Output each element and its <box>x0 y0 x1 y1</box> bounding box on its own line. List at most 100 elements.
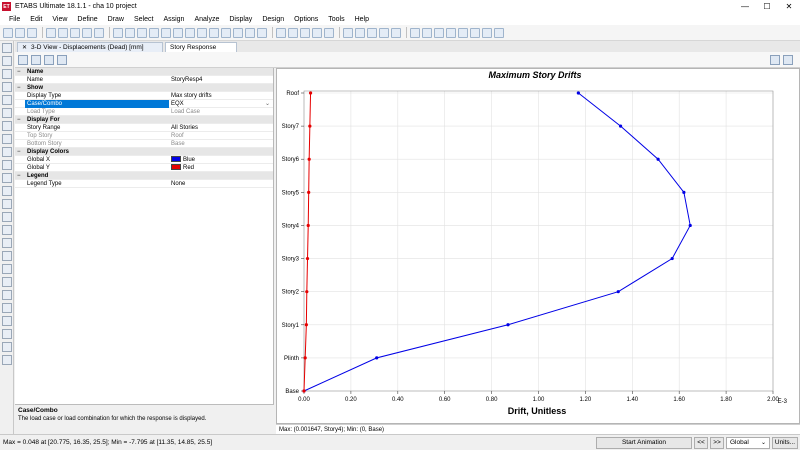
row-display-type[interactable]: Display Type Max story drifts <box>15 92 273 100</box>
category-display-colors[interactable]: − Display Colors <box>15 148 273 156</box>
display-type-value[interactable]: Max story drifts <box>171 92 212 100</box>
draw-beam-icon[interactable] <box>2 95 12 105</box>
draw-joint-icon[interactable] <box>2 69 12 79</box>
snap-intersections-icon[interactable] <box>2 329 12 339</box>
draw-area-icon[interactable] <box>494 27 504 38</box>
close-button[interactable]: ✕ <box>778 0 800 13</box>
new-file-icon[interactable] <box>3 27 13 38</box>
snap-lines-icon[interactable] <box>2 355 12 365</box>
steel-joist-design-icon[interactable] <box>458 27 468 38</box>
zoom-fit-icon[interactable] <box>149 27 159 38</box>
category-legend[interactable]: − Legend <box>15 172 273 180</box>
menu-tools[interactable]: Tools <box>323 16 349 23</box>
edit-pencil-icon[interactable] <box>770 55 780 65</box>
show-forces-icon[interactable] <box>379 27 389 38</box>
concrete-design-icon[interactable] <box>422 27 432 38</box>
draw-frame-icon[interactable] <box>2 82 12 92</box>
draw-tendon-icon[interactable] <box>2 186 12 196</box>
shear-wall-design-icon[interactable] <box>434 27 444 38</box>
collapse-icon[interactable]: − <box>17 172 21 180</box>
draw-grid-icon[interactable] <box>2 225 12 235</box>
show-undeformed-icon[interactable] <box>343 27 353 38</box>
menu-display[interactable]: Display <box>224 16 257 23</box>
snap-points-icon[interactable] <box>2 303 12 313</box>
steel-design-icon[interactable] <box>410 27 420 38</box>
units-button[interactable]: Units... <box>772 437 798 449</box>
snap-perpendicular-icon[interactable] <box>2 342 12 352</box>
draw-floor-icon[interactable] <box>2 134 12 144</box>
draw-column-icon[interactable] <box>2 108 12 118</box>
legend-type-value[interactable]: None <box>171 180 185 188</box>
menu-help[interactable]: Help <box>350 16 374 23</box>
close-panel-icon[interactable] <box>783 55 793 65</box>
clear-selection-icon[interactable] <box>300 27 310 38</box>
open-file-icon[interactable] <box>15 27 25 38</box>
zoom-previous-icon[interactable] <box>161 27 171 38</box>
select-all-left-icon[interactable] <box>2 277 12 287</box>
draw-brace-icon[interactable] <box>2 121 12 131</box>
tab-close-icon[interactable]: ✕ <box>22 45 27 51</box>
menu-assign[interactable]: Assign <box>158 16 189 23</box>
move-up-icon[interactable] <box>245 27 255 38</box>
reshape-icon[interactable] <box>2 56 12 66</box>
collapse-icon[interactable]: − <box>17 116 21 124</box>
refresh-icon[interactable] <box>70 27 80 38</box>
row-story-range[interactable]: Story Range All Stories <box>15 124 273 132</box>
composite-design-icon[interactable] <box>446 27 456 38</box>
modify-plot-icon[interactable] <box>18 54 28 65</box>
show-loads-icon[interactable] <box>355 27 365 38</box>
collapse-icon[interactable]: − <box>17 84 21 92</box>
undo-icon[interactable] <box>46 27 56 38</box>
draw-line-icon[interactable] <box>482 27 492 38</box>
show-deformed-icon[interactable] <box>367 27 377 38</box>
lock-icon[interactable] <box>82 27 92 38</box>
previous-step-button[interactable]: << <box>694 437 708 449</box>
save-plot-icon[interactable] <box>31 54 41 65</box>
measure-icon[interactable] <box>2 251 12 261</box>
minimize-button[interactable]: — <box>734 0 756 13</box>
menu-file[interactable]: File <box>4 16 25 23</box>
draw-section-cut-icon[interactable] <box>2 212 12 222</box>
chevron-down-icon[interactable]: ⌄ <box>265 100 270 108</box>
next-step-button[interactable]: >> <box>710 437 724 449</box>
rubber-band-zoom-icon[interactable] <box>233 27 243 38</box>
print-icon[interactable] <box>57 54 67 65</box>
row-legend-type[interactable]: Legend Type None <box>15 180 273 188</box>
deselect-icon[interactable] <box>2 290 12 300</box>
tab-story-response[interactable]: Story Response <box>165 42 237 52</box>
tab-3d-view[interactable]: ✕ 3-D View - Displacements (Dead) [mm] <box>17 42 163 52</box>
row-global-y[interactable]: Global Y Red <box>15 164 273 172</box>
story-range-value[interactable]: All Stories <box>171 124 198 132</box>
category-name[interactable]: − Name <box>15 68 273 76</box>
draw-wall-icon[interactable] <box>2 147 12 157</box>
menu-options[interactable]: Options <box>289 16 323 23</box>
steel-connection-icon[interactable] <box>470 27 480 38</box>
menu-view[interactable]: View <box>47 16 72 23</box>
rotate-3d-icon[interactable] <box>185 27 195 38</box>
redo-icon[interactable] <box>58 27 68 38</box>
category-display-for[interactable]: − Display For <box>15 116 273 124</box>
menu-design[interactable]: Design <box>257 16 289 23</box>
coordinate-system-select[interactable]: Global ⌄ <box>726 437 770 449</box>
plan-view-icon[interactable] <box>209 27 219 38</box>
select-previous-icon[interactable] <box>288 27 298 38</box>
draw-rebar-icon[interactable] <box>2 238 12 248</box>
pan-icon[interactable] <box>173 27 183 38</box>
menu-analyze[interactable]: Analyze <box>189 16 224 23</box>
collapse-icon[interactable]: − <box>17 68 21 76</box>
zoom-in-icon[interactable] <box>125 27 135 38</box>
menu-draw[interactable]: Draw <box>103 16 129 23</box>
object-shrink-icon[interactable] <box>324 27 334 38</box>
menu-edit[interactable]: Edit <box>25 16 47 23</box>
menu-define[interactable]: Define <box>72 16 102 23</box>
move-down-icon[interactable] <box>257 27 267 38</box>
elevation-view-icon[interactable] <box>221 27 231 38</box>
show-tables-icon[interactable] <box>391 27 401 38</box>
name-value[interactable]: StoryResp4 <box>171 76 202 84</box>
save-icon[interactable] <box>27 27 37 38</box>
run-analysis-icon[interactable] <box>94 27 104 38</box>
zoom-window-icon[interactable] <box>113 27 123 38</box>
row-case-combo[interactable]: Case/Combo EQX ⌄ <box>15 100 273 108</box>
category-show[interactable]: − Show <box>15 84 273 92</box>
draw-link-icon[interactable] <box>2 173 12 183</box>
